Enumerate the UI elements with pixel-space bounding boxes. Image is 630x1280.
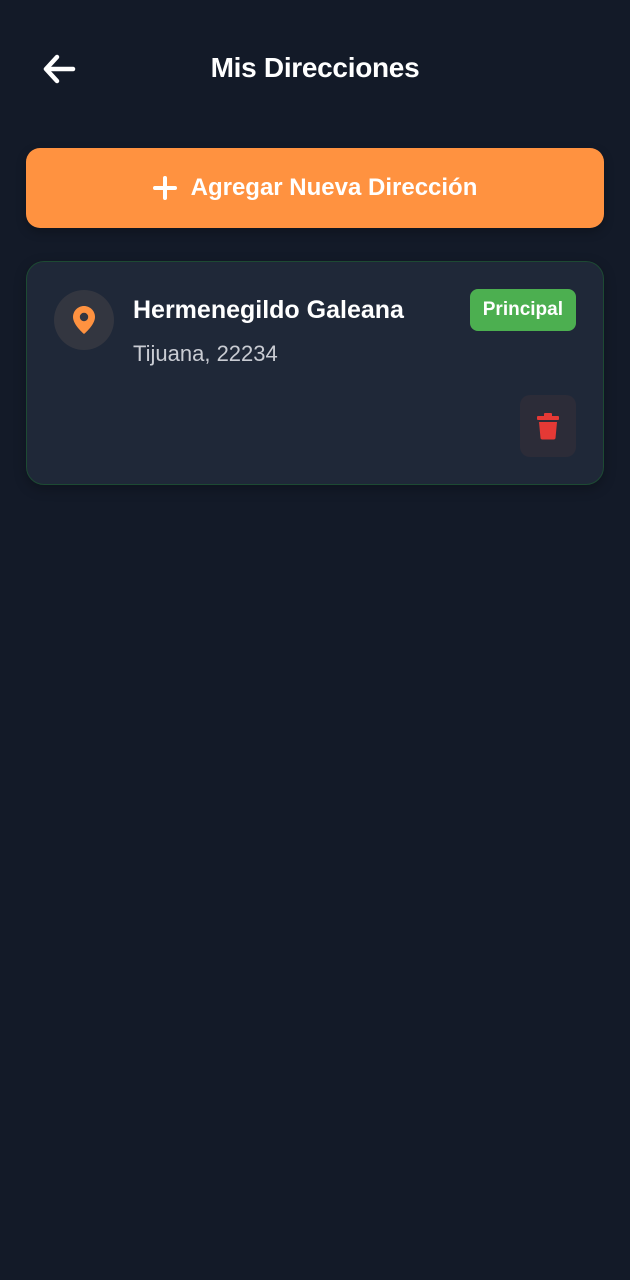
delete-address-button[interactable] (520, 395, 576, 457)
add-address-label: Agregar Nueva Dirección (190, 174, 478, 201)
map-pin-icon (54, 290, 114, 350)
top-bar: Mis Direcciones (0, 0, 630, 140)
address-name: Hermenegildo Galeana (133, 296, 404, 324)
trash-icon (537, 413, 559, 440)
address-detail: Tijuana, 22234 (133, 341, 278, 366)
primary-badge: Principal (469, 289, 576, 331)
address-card[interactable]: Hermenegildo Galeana Tijuana, 22234 Prin… (26, 261, 604, 485)
plus-icon (152, 176, 177, 200)
page-title: Mis Direcciones (210, 52, 420, 83)
add-address-button[interactable]: Agregar Nueva Dirección (26, 148, 604, 228)
